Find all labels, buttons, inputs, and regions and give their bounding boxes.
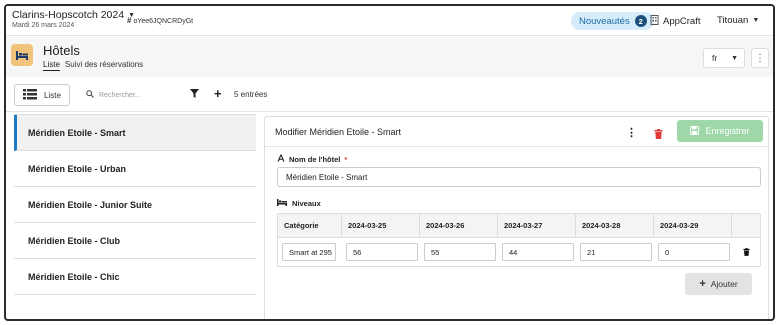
list-item[interactable]: Méridien Etoile - Junior Suite [14,187,256,223]
view-mode-label: Liste [44,90,61,100]
news-count-badge: 2 [634,15,647,27]
levels-table: Catégorie 2024-03-25 2024-03-26 2024-03-… [277,213,761,267]
list-item[interactable]: Méridien Etoile - Club [14,223,256,259]
bed-icon [277,199,287,208]
table-header: Catégorie 2024-03-25 2024-03-26 2024-03-… [278,214,760,238]
project-selector[interactable]: Clarins-Hopscotch 2024 ▼ Mardi 26 mars 2… [12,9,135,29]
delete-row-button[interactable] [732,243,760,261]
panel-title: Modifier Méridien Etoile - Smart [275,127,402,137]
save-label: Enregistrer [705,126,750,136]
plus-icon: + [699,278,706,290]
search-placeholder: Rechercher... [99,91,141,99]
language-value: fr [712,53,718,63]
tab-suivi-reservations[interactable]: Suivi des réservations [65,60,143,71]
news-button[interactable]: Nouveautés 2 [571,12,654,30]
caret-down-icon: ▼ [731,54,738,62]
user-name: Titouan [717,15,749,26]
list-view-icon [23,88,37,102]
column-header: 2024-03-25 [342,214,420,237]
add-row-label: Ajouter [710,279,738,289]
project-name: Clarins-Hopscotch 2024 [12,9,125,21]
column-header: 2024-03-26 [420,214,498,237]
hash-value: oYee6JQNCRDyGt [133,18,194,25]
add-icon[interactable]: + [214,86,222,101]
project-date: Mardi 26 mars 2024 [12,22,75,29]
trash-icon [742,243,750,261]
page-tabs: Liste Suivi des réservations [43,60,143,71]
caret-down-icon: ▼ [752,17,760,24]
table-row: Smart at 295 56 55 44 21 0 [278,238,760,266]
list-toolbar: Liste Rechercher... + 5 entrées [6,78,773,112]
edit-panel: Modifier Méridien Etoile - Smart ⋮ Enreg… [264,116,769,319]
column-header: 2024-03-27 [498,214,576,237]
trash-icon [654,126,663,143]
save-button[interactable]: Enregistrer [677,120,763,142]
column-header-actions [732,214,760,237]
quantity-input[interactable]: 21 [580,243,652,261]
list-item-label: Méridien Etoile - Junior Suite [28,199,153,210]
hotel-name-value: Méridien Etoile - Smart [286,172,368,182]
page-title: Hôtels [43,43,80,58]
quantity-input[interactable]: 55 [424,243,496,261]
hotel-name-label: Nom de l'hôtel * [277,154,347,164]
levels-label-text: Niveaux [292,199,321,208]
user-menu[interactable]: Titouan ▼ [717,15,759,26]
column-header: Catégorie [278,214,342,237]
column-header: 2024-03-29 [654,214,732,237]
add-row-button[interactable]: + Ajouter [685,273,752,295]
appcraft-label: AppCraft [663,15,701,27]
levels-label: Niveaux [277,199,321,208]
view-mode-button[interactable]: Liste [14,84,70,106]
save-icon [690,125,700,137]
column-header: 2024-03-28 [576,214,654,237]
list-item-label: Méridien Etoile - Club [28,235,121,246]
tab-liste[interactable]: Liste [43,60,60,71]
search-icon [86,90,94,100]
text-field-icon [277,154,285,164]
divider [265,146,768,147]
list-item-label: Méridien Etoile - Urban [28,163,127,174]
list-item[interactable]: Méridien Etoile - Urban [14,151,256,187]
list-item-label: Méridien Etoile - Chic [28,271,120,282]
list-item[interactable]: Méridien Etoile - Chic [14,259,256,295]
category-input[interactable]: Smart at 295 [282,243,336,261]
delete-button[interactable] [654,126,663,144]
hash-icon: # [127,16,132,25]
quantity-input[interactable]: 56 [346,243,418,261]
quantity-input[interactable]: 0 [658,243,730,261]
quantity-input[interactable]: 44 [502,243,574,261]
hotel-name-input[interactable]: Méridien Etoile - Smart [277,167,761,187]
more-vertical-icon[interactable]: ⋮ [626,126,637,139]
app-window: Clarins-Hopscotch 2024 ▼ Mardi 26 mars 2… [4,4,775,321]
page-header: Hôtels Liste Suivi des réservations fr ▼… [6,37,773,77]
required-mark: * [344,154,348,164]
news-label: Nouveautés [579,15,630,27]
search-input[interactable]: Rechercher... [86,90,141,100]
hotel-name-label-text: Nom de l'hôtel [289,154,341,164]
entries-count: 5 entrées [234,90,268,99]
filter-icon[interactable] [190,89,199,100]
bed-icon [11,44,33,66]
project-hash[interactable]: # oYee6JQNCRDyGt [127,16,193,25]
appcraft-link[interactable]: AppCraft [650,15,701,27]
hotel-list: Méridien Etoile - Smart Méridien Etoile … [14,114,256,319]
more-vertical-icon[interactable]: ⋮ [751,48,769,68]
building-icon [650,15,659,27]
language-select[interactable]: fr ▼ [703,48,745,68]
top-bar: Clarins-Hopscotch 2024 ▼ Mardi 26 mars 2… [6,6,773,36]
list-item[interactable]: Méridien Etoile - Smart [14,115,256,151]
list-item-label: Méridien Etoile - Smart [28,127,126,138]
